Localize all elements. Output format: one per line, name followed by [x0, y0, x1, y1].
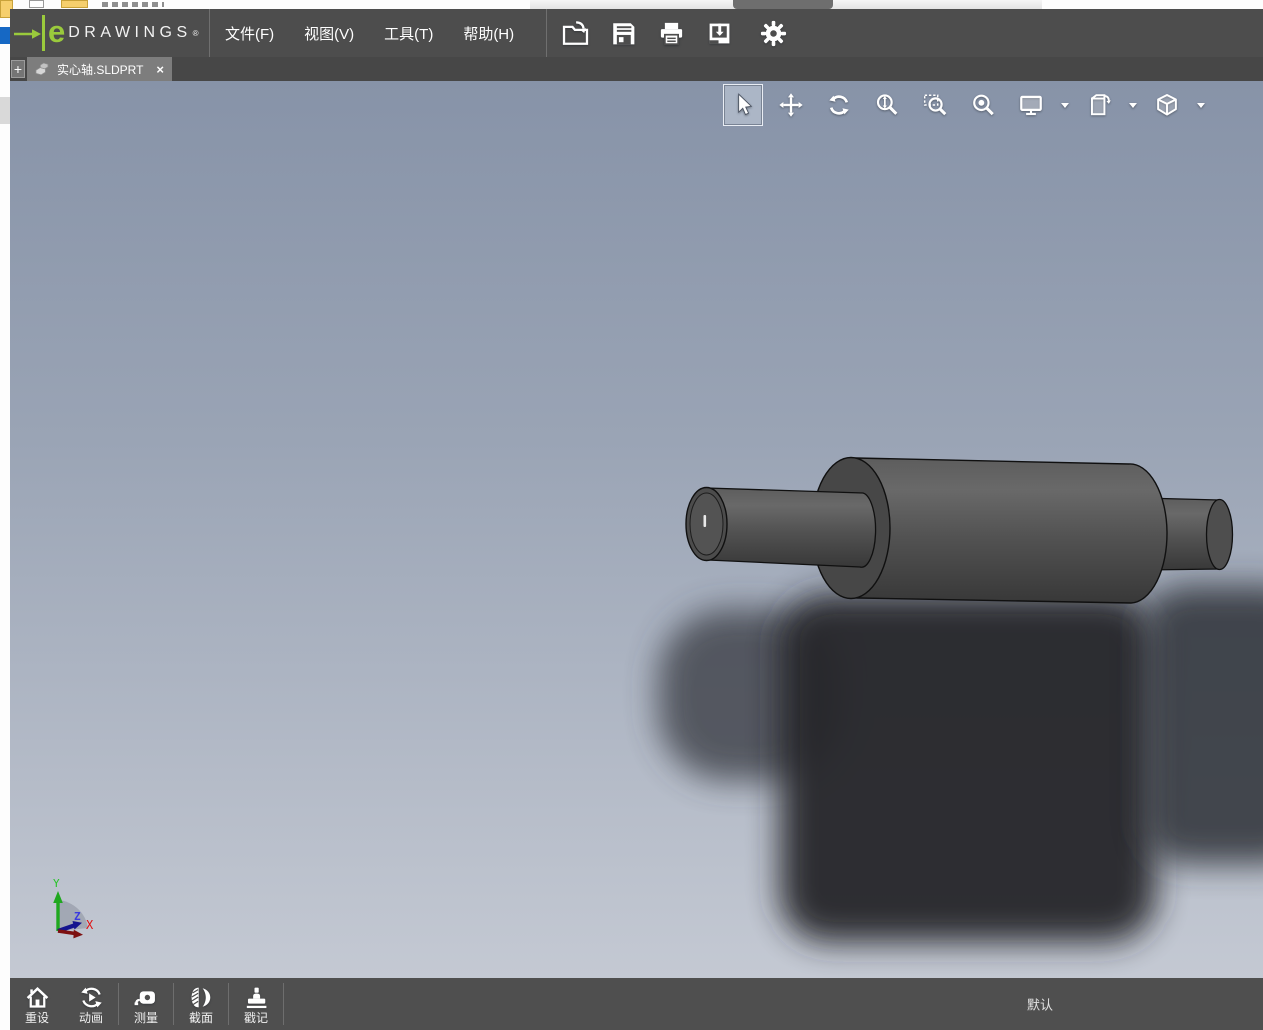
stamp-button[interactable]: 戳记 — [229, 978, 283, 1030]
zoom-fit-tool-button[interactable] — [963, 84, 1003, 126]
triad-z-label: Z — [74, 910, 81, 923]
tabbar: + 实心轴.SLDPRT × — [10, 57, 1263, 81]
package-button[interactable] — [704, 18, 734, 48]
menu-help[interactable]: 帮助(H) — [448, 9, 529, 57]
pages-tool-button[interactable] — [1079, 84, 1119, 126]
pages-dropdown-caret[interactable] — [1127, 102, 1139, 108]
measure-button[interactable]: 测量 — [119, 978, 173, 1030]
home-icon — [26, 986, 48, 1008]
triad-y-label: Y — [53, 877, 60, 890]
logo-bar — [42, 15, 45, 51]
configuration-label: 默认 — [1027, 997, 1054, 1013]
bottom-toolbar-separator — [283, 983, 284, 1025]
menubar-separator — [546, 9, 548, 57]
open-button[interactable] — [560, 18, 590, 48]
section-icon — [191, 987, 210, 1008]
pages-icon — [1090, 94, 1111, 116]
print-icon — [660, 22, 682, 45]
stamp-icon — [246, 987, 266, 1009]
menu-file[interactable]: 文件(F) — [210, 9, 289, 57]
background-dark-thumb — [733, 0, 833, 9]
print-button[interactable] — [656, 18, 686, 48]
monitor-icon — [1020, 95, 1042, 116]
cube-dropdown-caret[interactable] — [1195, 102, 1207, 108]
open-icon — [562, 20, 588, 45]
triad-x-label: X — [86, 918, 94, 932]
part-icon — [35, 62, 49, 76]
tab-close-button[interactable]: × — [156, 62, 164, 77]
fullscreen-tool-button[interactable] — [1011, 84, 1051, 126]
fullscreen-dropdown-caret[interactable] — [1059, 102, 1071, 108]
tab-document[interactable]: 实心轴.SLDPRT × — [27, 57, 172, 81]
menubar: e DRAWINGS ® 文件(F) 视图(V) 工具(T) 帮助(H) — [10, 9, 1263, 57]
save-button[interactable] — [608, 18, 638, 48]
rotate-tool-button[interactable] — [819, 84, 859, 126]
edrawings-window: e DRAWINGS ® 文件(F) 视图(V) 工具(T) 帮助(H) + 实… — [10, 9, 1263, 1030]
animation-button[interactable]: 动画 — [64, 978, 118, 1030]
zoom-area-tool-button[interactable] — [915, 84, 955, 126]
orientation-triad: Y Z X — [53, 877, 94, 939]
background-text-fragment — [102, 2, 164, 7]
orientation-cube-tool-button[interactable] — [1147, 84, 1187, 126]
settings-button[interactable] — [758, 18, 788, 48]
save-icon — [612, 22, 635, 44]
measure-icon — [134, 991, 155, 1006]
measure-label: 测量 — [133, 1011, 158, 1025]
logo-wordmark: DRAWINGS — [68, 24, 192, 41]
pan-icon — [779, 93, 803, 117]
background-list-row — [0, 97, 10, 124]
logo-arrow-icon — [14, 29, 41, 39]
gear-icon — [760, 20, 786, 46]
menu-view[interactable]: 视图(V) — [289, 9, 369, 57]
reset-button[interactable]: 重设 — [10, 978, 64, 1030]
cursor-icon — [738, 93, 753, 116]
background-document-icon — [29, 0, 44, 8]
zoom-fit-icon — [973, 94, 994, 116]
section-button[interactable]: 截面 — [174, 978, 228, 1030]
zoom-area-icon — [923, 94, 947, 116]
screen: e DRAWINGS ® 文件(F) 视图(V) 工具(T) 帮助(H) + 实… — [0, 0, 1263, 1030]
view-toolbar — [723, 84, 1207, 126]
package-icon — [709, 23, 730, 43]
logo-e: e — [48, 13, 66, 49]
cube-icon — [1157, 94, 1177, 116]
3d-viewport[interactable]: Y Z X — [10, 81, 1263, 978]
tab-label: 实心轴.SLDPRT — [57, 62, 144, 77]
bottom-toolbar: 重设 动画 测量 截面 戳记 默认 — [10, 978, 1263, 1030]
stamp-label: 戳记 — [243, 1011, 268, 1025]
model-shadow — [658, 586, 1263, 942]
rotate-icon — [829, 95, 849, 115]
reset-label: 重设 — [24, 1011, 49, 1025]
toolbar-actions — [560, 18, 788, 48]
animation-label: 动画 — [78, 1011, 103, 1025]
select-tool-button[interactable] — [723, 84, 763, 126]
zoom-in-out-icon — [876, 94, 898, 115]
edrawings-logo: e DRAWINGS ® — [10, 9, 209, 57]
pan-tool-button[interactable] — [771, 84, 811, 126]
background-folder-icon — [61, 0, 88, 8]
section-label: 截面 — [188, 1011, 213, 1025]
zoom-tool-button[interactable] — [867, 84, 907, 126]
menu-tools[interactable]: 工具(T) — [369, 9, 448, 57]
animation-icon — [80, 987, 102, 1008]
shaft-model — [658, 456, 1263, 942]
logo-registered-mark: ® — [192, 28, 199, 38]
new-tab-button[interactable]: + — [11, 60, 25, 78]
background-selection-bar — [0, 27, 10, 44]
